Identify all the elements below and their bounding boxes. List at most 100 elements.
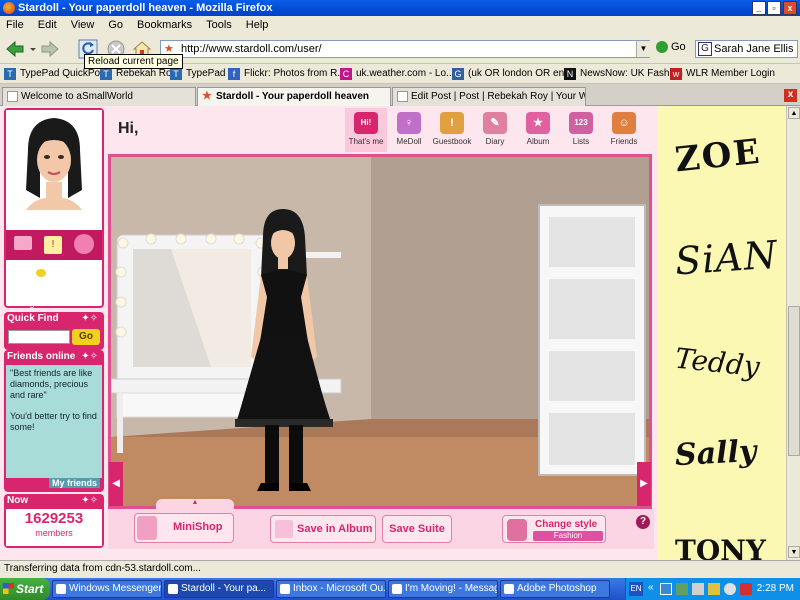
search-input[interactable]: G Sarah Jane Ellis xyxy=(695,40,798,58)
forward-icon[interactable] xyxy=(40,39,60,59)
close-tab-icon[interactable]: x xyxy=(784,89,797,102)
avatar[interactable] xyxy=(6,110,102,210)
scroll-down-icon[interactable]: ▼ xyxy=(788,546,800,558)
taskbar-item[interactable]: Adobe Photoshop xyxy=(500,580,610,598)
back-icon[interactable] xyxy=(5,39,25,59)
avatar-box: becky-o ! 37 » My Account » Log out xyxy=(4,108,104,308)
minishop-label: MiniShop xyxy=(173,521,223,533)
close-window-button[interactable]: x xyxy=(783,1,797,15)
address-bar[interactable]: ★ http://www.stardoll.com/user/ xyxy=(160,40,650,58)
minimize-button[interactable]: _ xyxy=(752,1,766,15)
taskbar-item[interactable]: Inbox - Microsoft Ou... xyxy=(276,580,386,598)
tab-asmallworld[interactable]: Welcome to aSmallWorld xyxy=(2,87,196,106)
tab-edit-post[interactable]: Edit Post | Post | Rebekah Roy | Your We… xyxy=(392,87,586,106)
room-left-arrow-icon[interactable]: ◀ xyxy=(109,462,123,506)
tray-expand-icon[interactable]: « xyxy=(648,582,654,593)
nav-tab-lists[interactable]: 123 Lists xyxy=(560,108,602,152)
my-account-link[interactable]: » My Account xyxy=(12,288,66,298)
sparkle-icon: ✦✧ xyxy=(81,495,98,506)
room-right-arrow-icon[interactable]: ▶ xyxy=(637,462,651,506)
taskbar-item[interactable]: I'm Moving! - Messag... xyxy=(388,580,498,598)
address-dropdown-icon[interactable]: ▼ xyxy=(636,41,650,57)
friends-sub: You'd better try to find some! xyxy=(10,411,97,432)
profile-navigation: Hi! That's me ♀ MeDoll ! Guestbook ✎ Diary ★ Albu… xyxy=(345,108,650,152)
window-title-bar[interactable]: Stardoll - Your paperdoll heaven - Mozil… xyxy=(0,0,800,16)
bookmark-item[interactable]: Cuk.weather.com - Lo... xyxy=(340,67,454,81)
menu-edit[interactable]: Edit xyxy=(32,16,65,31)
tab-stardoll[interactable]: ★ Stardoll - Your paperdoll heaven xyxy=(197,87,391,107)
nav-tab-album[interactable]: ★ Album xyxy=(517,108,559,152)
scroll-up-icon[interactable]: ▲ xyxy=(788,107,800,119)
menu-go[interactable]: Go xyxy=(102,16,131,31)
friends-message: "Best friends are like diamonds, preciou… xyxy=(6,365,102,478)
log-out-link[interactable]: » Log out xyxy=(12,298,66,308)
bookmark-item[interactable]: w WLR Member Login xyxy=(670,67,775,81)
quick-find-input[interactable] xyxy=(8,330,70,344)
taskbar-item[interactable]: Windows Messenger xyxy=(52,580,162,598)
start-label: Start xyxy=(16,582,44,596)
doll-face-icon[interactable] xyxy=(74,234,94,254)
save-in-album-button[interactable]: Save in Album xyxy=(270,515,376,543)
page-content: becky-o ! 37 » My Account » Log out Quic… xyxy=(0,106,786,560)
bookmark-item[interactable]: T Rebekah Roy xyxy=(100,67,177,81)
minishop-button[interactable]: MiniShop xyxy=(134,513,234,543)
volume-icon[interactable] xyxy=(724,583,736,595)
help-button[interactable]: ? xyxy=(636,515,650,529)
bookmark-item[interactable]: f Flickr: Photos from R... xyxy=(228,67,346,81)
messenger-tray-icon[interactable] xyxy=(676,583,688,595)
change-style-button[interactable]: Change style Fashion xyxy=(502,515,606,543)
back-dropdown-icon[interactable] xyxy=(28,39,38,59)
maximize-button[interactable]: ▫ xyxy=(767,1,781,15)
quick-find-go-button[interactable]: Go xyxy=(72,329,100,345)
quick-find-box: Quick Find ✦✧ Go xyxy=(4,312,104,350)
go-button[interactable]: Go xyxy=(656,41,686,54)
scroll-thumb[interactable] xyxy=(788,306,800,456)
mail-icon[interactable] xyxy=(14,236,32,250)
my-friends-link[interactable]: My friends xyxy=(48,478,100,488)
menu-tools[interactable]: Tools xyxy=(200,16,240,31)
status-bar: Transferring data from cdn-53.stardoll.c… xyxy=(0,560,800,578)
gift-icon[interactable]: ! xyxy=(44,236,62,254)
taskbar-item[interactable]: Stardoll - Your pa... xyxy=(164,580,274,598)
bookmark-label: TypePad QuickPost xyxy=(20,68,108,79)
security-shield-icon[interactable] xyxy=(740,583,752,595)
nav-icon: ♀ xyxy=(397,112,421,134)
nav-tab-diary[interactable]: ✎ Diary xyxy=(474,108,516,152)
save-suite-button[interactable]: Save Suite xyxy=(382,515,452,543)
menu-file[interactable]: File xyxy=(0,16,32,31)
menu-bookmarks[interactable]: Bookmarks xyxy=(131,16,200,31)
bookmark-item[interactable]: N NewsNow: UK Fashion xyxy=(564,67,683,81)
nav-label: Friends xyxy=(610,137,638,146)
bookmark-item[interactable]: T TypePad xyxy=(170,67,225,81)
bookmark-icon: G xyxy=(452,68,464,80)
page-scrollbar[interactable]: ▲ ▼ xyxy=(786,106,800,560)
bookmark-icon: T xyxy=(100,68,112,80)
stardollar-count: 37 xyxy=(36,264,66,280)
minishop-expand-icon[interactable]: ▲ xyxy=(156,499,234,513)
nav-tab-medoll[interactable]: ♀ MeDoll xyxy=(388,108,430,152)
bookmark-item[interactable]: T TypePad QuickPost xyxy=(4,67,108,81)
nav-tab-guestbook[interactable]: ! Guestbook xyxy=(431,108,473,152)
tab-bar: Welcome to aSmallWorld ★ Stardoll - Your … xyxy=(0,85,800,107)
nav-tab-that-s-me[interactable]: Hi! That's me xyxy=(345,108,387,152)
printer-icon[interactable] xyxy=(692,583,704,595)
bookmark-label: Flickr: Photos from R... xyxy=(244,68,346,79)
nav-icon: ! xyxy=(440,112,464,134)
stardollar-value: 37 xyxy=(50,264,66,280)
nav-label: MeDoll xyxy=(396,137,422,146)
nav-icon: Hi! xyxy=(354,112,378,134)
page-icon xyxy=(397,91,408,102)
start-button[interactable]: Start xyxy=(0,578,50,600)
language-indicator[interactable]: EN xyxy=(629,582,643,596)
member-counter: 1629253 members xyxy=(6,509,102,546)
tray-app-icon[interactable] xyxy=(708,583,720,595)
nav-tab-friends[interactable]: ☺ Friends xyxy=(603,108,645,152)
bookmark-icon: f xyxy=(228,68,240,80)
network-icon[interactable] xyxy=(660,583,672,595)
username[interactable]: becky-o xyxy=(6,214,102,226)
nav-label: Album xyxy=(526,137,550,146)
google-search-icon: G xyxy=(698,42,712,56)
menu-help[interactable]: Help xyxy=(240,16,277,31)
menu-view[interactable]: View xyxy=(65,16,103,31)
bookmark-item[interactable]: G (uk OR london OR en... xyxy=(452,67,573,81)
